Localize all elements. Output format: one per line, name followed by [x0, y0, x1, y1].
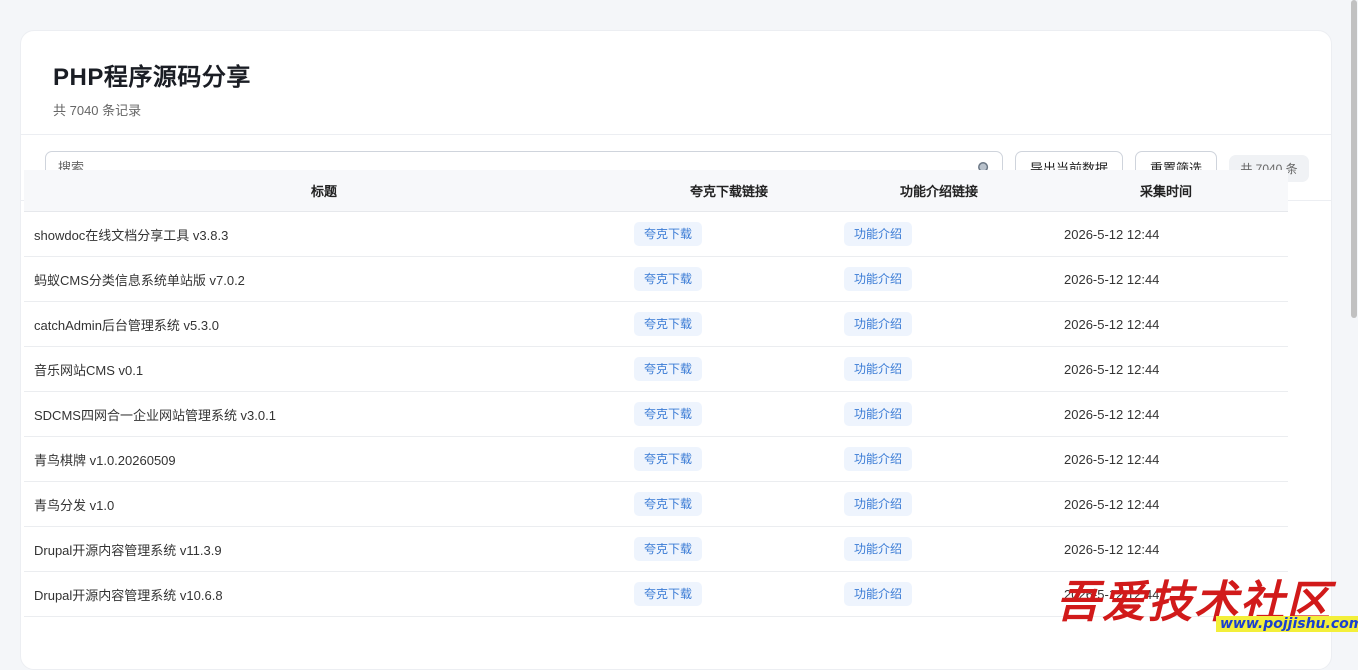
watermark-url: www.pojjishu.com	[1216, 616, 1358, 632]
row-title: 青鸟分发 v1.0	[34, 497, 115, 513]
quark-download-link[interactable]: 夸克下载	[634, 267, 703, 291]
table-row: 青鸟棋牌 v1.0.20260509 夸克下载 功能介绍 2026-5-12 12:4…	[24, 437, 1288, 482]
feature-intro-link[interactable]: 功能介绍	[844, 267, 913, 291]
intro-cell: 功能介绍	[834, 537, 1044, 561]
table-row: 蚂蚁CMS分类信息系统单站版 v7.0.2 夸克下载 功能介绍 2026-5-12 1…	[24, 257, 1288, 302]
intro-cell: 功能介绍	[834, 582, 1044, 606]
row-title: 音乐网站CMS v0.1	[34, 362, 144, 378]
quark-download-link[interactable]: 夸克下载	[634, 312, 703, 336]
feature-intro-link[interactable]: 功能介绍	[844, 312, 913, 336]
record-count-subtitle: 共 7040 条记录	[53, 103, 142, 118]
download-cell: 夸克下载	[624, 312, 834, 336]
watermark: 吾爱技术社区 www.pojjishu.com	[1052, 566, 1358, 636]
row-title: SDCMS四网合一企业网站管理系统 v3.0.1	[34, 407, 276, 423]
column-header-download[interactable]: 夸克下载链接	[624, 181, 834, 200]
table-row: 音乐网站CMS v0.1 夸克下载 功能介绍 2026-5-12 12:44	[24, 347, 1288, 392]
row-time: 2026-5-12 12:44	[1064, 226, 1160, 242]
column-header-time[interactable]: 采集时间	[1044, 181, 1288, 200]
quark-download-link[interactable]: 夸克下载	[634, 222, 703, 246]
row-time: 2026-5-12 12:44	[1064, 316, 1160, 332]
row-time: 2026-5-12 12:44	[1064, 406, 1160, 422]
table-row: catchAdmin后台管理系统 v5.3.0 夸克下载 功能介绍 2026-5-12…	[24, 302, 1288, 347]
intro-cell: 功能介绍	[834, 312, 1044, 336]
column-header-title[interactable]: 标题	[24, 181, 624, 200]
intro-cell: 功能介绍	[834, 357, 1044, 381]
scrollbar[interactable]	[1350, 0, 1358, 650]
row-title: catchAdmin后台管理系统 v5.3.0	[34, 317, 219, 333]
feature-intro-link[interactable]: 功能介绍	[844, 447, 913, 471]
download-cell: 夸克下载	[624, 222, 834, 246]
feature-intro-link[interactable]: 功能介绍	[844, 357, 913, 381]
row-title: 蚂蚁CMS分类信息系统单站版 v7.0.2	[34, 272, 245, 288]
table-row: 青鸟分发 v1.0 夸克下载 功能介绍 2026-5-12 12:44	[24, 482, 1288, 527]
page-title: PHP程序源码分享	[53, 64, 251, 91]
download-cell: 夸克下载	[624, 537, 834, 561]
column-header-intro[interactable]: 功能介绍链接	[834, 181, 1044, 200]
quark-download-link[interactable]: 夸克下载	[634, 357, 703, 381]
row-title: showdoc在线文档分享工具 v3.8.3	[34, 227, 229, 243]
feature-intro-link[interactable]: 功能介绍	[844, 582, 913, 606]
intro-cell: 功能介绍	[834, 447, 1044, 471]
row-title: Drupal开源内容管理系统 v11.3.9	[34, 542, 222, 558]
quark-download-link[interactable]: 夸克下载	[634, 492, 703, 516]
quark-download-link[interactable]: 夸克下载	[634, 537, 703, 561]
download-cell: 夸克下载	[624, 582, 834, 606]
table-body: showdoc在线文档分享工具 v3.8.3 夸克下载 功能介绍 2026-5-12 …	[24, 212, 1288, 617]
feature-intro-link[interactable]: 功能介绍	[844, 402, 913, 426]
row-time: 2026-5-12 12:44	[1064, 496, 1160, 512]
intro-cell: 功能介绍	[834, 267, 1044, 291]
table-header: 标题 夸克下载链接 功能介绍链接 采集时间	[24, 170, 1288, 212]
quark-download-link[interactable]: 夸克下载	[634, 447, 703, 471]
row-title: Drupal开源内容管理系统 v10.6.8	[34, 587, 223, 603]
page-header: PHP程序源码分享 共 7040 条记录	[21, 31, 1331, 135]
table-row: SDCMS四网合一企业网站管理系统 v3.0.1 夸克下载 功能介绍 2026-5-1…	[24, 392, 1288, 437]
intro-cell: 功能介绍	[834, 492, 1044, 516]
quark-download-link[interactable]: 夸克下载	[634, 402, 703, 426]
feature-intro-link[interactable]: 功能介绍	[844, 537, 913, 561]
download-cell: 夸克下载	[624, 492, 834, 516]
feature-intro-link[interactable]: 功能介绍	[844, 492, 913, 516]
feature-intro-link[interactable]: 功能介绍	[844, 222, 913, 246]
download-cell: 夸克下载	[624, 357, 834, 381]
row-time: 2026-5-12 12:44	[1064, 451, 1160, 467]
table-row: showdoc在线文档分享工具 v3.8.3 夸克下载 功能介绍 2026-5-12 …	[24, 212, 1288, 257]
download-cell: 夸克下载	[624, 447, 834, 471]
row-time: 2026-5-12 12:44	[1064, 541, 1160, 557]
intro-cell: 功能介绍	[834, 222, 1044, 246]
scrollbar-thumb[interactable]	[1351, 0, 1357, 318]
quark-download-link[interactable]: 夸克下载	[634, 582, 703, 606]
intro-cell: 功能介绍	[834, 402, 1044, 426]
row-time: 2026-5-12 12:44	[1064, 361, 1160, 377]
data-table: 标题 夸克下载链接 功能介绍链接 采集时间 showdoc在线文档分享工具 v3…	[24, 170, 1288, 617]
row-title: 青鸟棋牌 v1.0.20260509	[34, 452, 176, 468]
download-cell: 夸克下载	[624, 267, 834, 291]
row-time: 2026-5-12 12:44	[1064, 271, 1160, 287]
download-cell: 夸克下载	[624, 402, 834, 426]
